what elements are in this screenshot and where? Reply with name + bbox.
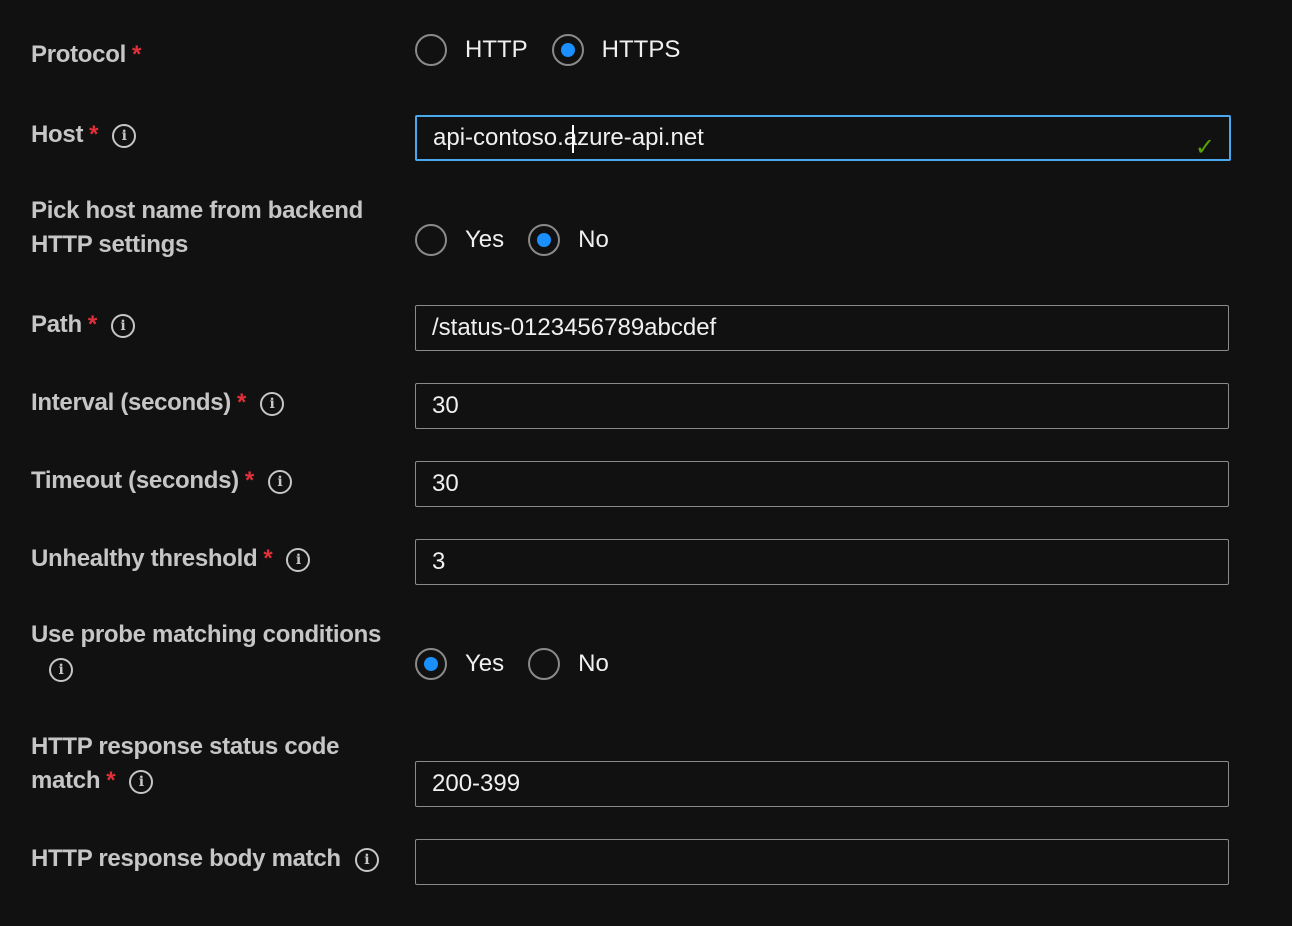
radio-http[interactable] (415, 34, 447, 66)
option-label: HTTPS (601, 36, 681, 63)
radio-yes[interactable] (415, 648, 447, 680)
checkmark-icon: ✓ (1194, 134, 1215, 161)
body-match-input[interactable] (415, 839, 1229, 885)
host-label: Host * i (31, 118, 137, 152)
radio-no[interactable] (528, 224, 561, 256)
option-label: HTTP (465, 36, 528, 63)
pick-host-label: Pick host name from backend HTTP settings (31, 197, 364, 258)
status-code-match-input[interactable]: 200-399 (415, 761, 1229, 807)
option-label: Yes (465, 226, 505, 253)
protocol-option-http[interactable]: HTTP (415, 34, 528, 66)
path-input[interactable]: /status-0123456789abcdef (415, 305, 1229, 351)
protocol-option-https[interactable]: HTTPS (551, 34, 681, 66)
radio-yes[interactable] (415, 224, 447, 256)
host-input[interactable]: api-contoso.azure-api.net ✓ (415, 115, 1231, 161)
required-asterisk: * (89, 121, 99, 148)
protocol-label: Protocol * (31, 41, 141, 68)
option-label: No (578, 226, 609, 253)
text-caret (572, 125, 574, 153)
option-label: Yes (465, 650, 505, 677)
radio-no[interactable] (528, 648, 561, 680)
info-icon[interactable]: i (110, 314, 135, 338)
pick-host-option-no[interactable]: No (528, 224, 609, 256)
interval-label: Interval (seconds) * i (31, 386, 285, 420)
required-asterisk: * (244, 467, 254, 494)
unhealthy-threshold-label: Unhealthy threshold * i (31, 542, 311, 576)
info-icon[interactable]: i (49, 658, 73, 682)
interval-input[interactable]: 30 (415, 383, 1229, 429)
radio-https[interactable] (551, 34, 584, 66)
probe-matching-label: Use probe matching conditions i (31, 618, 381, 686)
required-asterisk: * (237, 389, 247, 416)
timeout-input[interactable]: 30 (415, 461, 1229, 507)
required-asterisk: * (87, 311, 97, 338)
info-icon[interactable]: i (354, 848, 379, 872)
info-icon[interactable]: i (267, 470, 292, 494)
required-asterisk: * (263, 545, 273, 572)
unhealthy-threshold-input[interactable]: 3 (415, 539, 1229, 585)
info-icon[interactable]: i (112, 124, 137, 148)
required-asterisk: * (131, 41, 141, 68)
probe-matching-option-yes[interactable]: Yes (415, 648, 504, 680)
host-value: api-contoso.azure-api.net (433, 124, 704, 151)
probe-matching-radio-group: Yes No (415, 648, 633, 680)
required-asterisk: * (106, 767, 116, 794)
status-code-match-label: HTTP response status code match * i (31, 733, 340, 794)
option-label: No (578, 650, 609, 677)
protocol-radio-group: HTTP HTTPS (415, 34, 704, 66)
timeout-label: Timeout (seconds) * i (31, 464, 292, 498)
pick-host-radio-group: Yes No (415, 224, 633, 256)
probe-matching-option-no[interactable]: No (528, 648, 609, 680)
info-icon[interactable]: i (129, 770, 154, 794)
pick-host-option-yes[interactable]: Yes (415, 224, 504, 256)
body-match-label: HTTP response body match i (31, 842, 379, 876)
path-label: Path * i (31, 308, 135, 342)
info-icon[interactable]: i (260, 392, 285, 416)
info-icon[interactable]: i (286, 548, 311, 572)
